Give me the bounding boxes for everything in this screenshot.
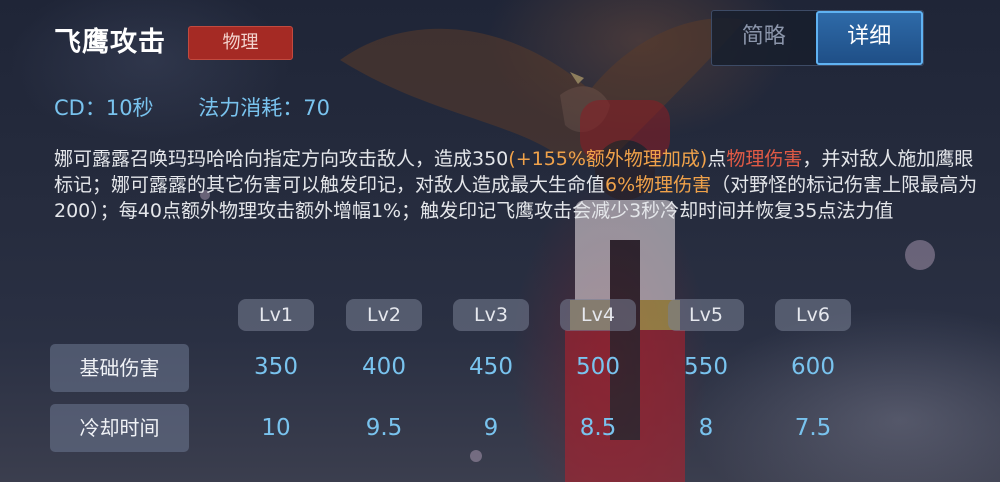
level-header: Lv5 [668,299,744,331]
cooldown-stat: CD：10秒 [54,96,154,120]
desc-text: 点 [707,148,727,170]
level-header: Lv6 [775,299,851,331]
base-damage-value: 400 [362,354,406,380]
view-toggle: 简略 详细 [711,10,924,66]
level-header: Lv1 [238,299,314,331]
mana-cost-stat: 法力消耗：70 [198,96,330,120]
row-label-cooldown: 冷却时间 [50,404,189,452]
skill-stats: CD：10秒 法力消耗：70 [54,92,368,122]
cooldown-value: 9.5 [365,415,403,441]
level-header: Lv3 [453,299,529,331]
row-label-base-damage: 基础伤害 [50,344,189,392]
base-damage-value: 600 [791,354,835,380]
base-damage-value: 550 [684,354,728,380]
cooldown-value: 8 [698,415,714,441]
damage-type-badge: 物理 [188,26,293,60]
desc-text: 娜可露露召唤玛玛哈哈向指定方向攻击敌人，造成350 [54,148,509,170]
base-damage-value: 450 [469,354,513,380]
skill-description: 娜可露露召唤玛玛哈哈向指定方向攻击敌人，造成350(+155%额外物理加成)点物… [54,146,984,224]
cooldown-value: 7.5 [794,415,832,441]
tab-brief[interactable]: 简略 [712,11,816,65]
base-damage-value: 350 [254,354,298,380]
cooldown-value: 9 [483,415,499,441]
skill-title: 飞鹰攻击 [54,27,166,58]
cooldown-value: 8.5 [579,415,617,441]
tab-detail[interactable]: 详细 [815,11,923,65]
petal-decoration [470,450,482,462]
desc-bonus-text: (+155%额外物理加成) [508,148,708,170]
desc-damage-percent-text: 6%物理伤害 [605,174,712,196]
petal-decoration [905,240,935,270]
base-damage-value: 500 [576,354,620,380]
level-header: Lv2 [346,299,422,331]
desc-damage-text: 物理伤害 [726,148,803,170]
cooldown-value: 10 [261,415,291,441]
level-header: Lv4 [560,299,636,331]
